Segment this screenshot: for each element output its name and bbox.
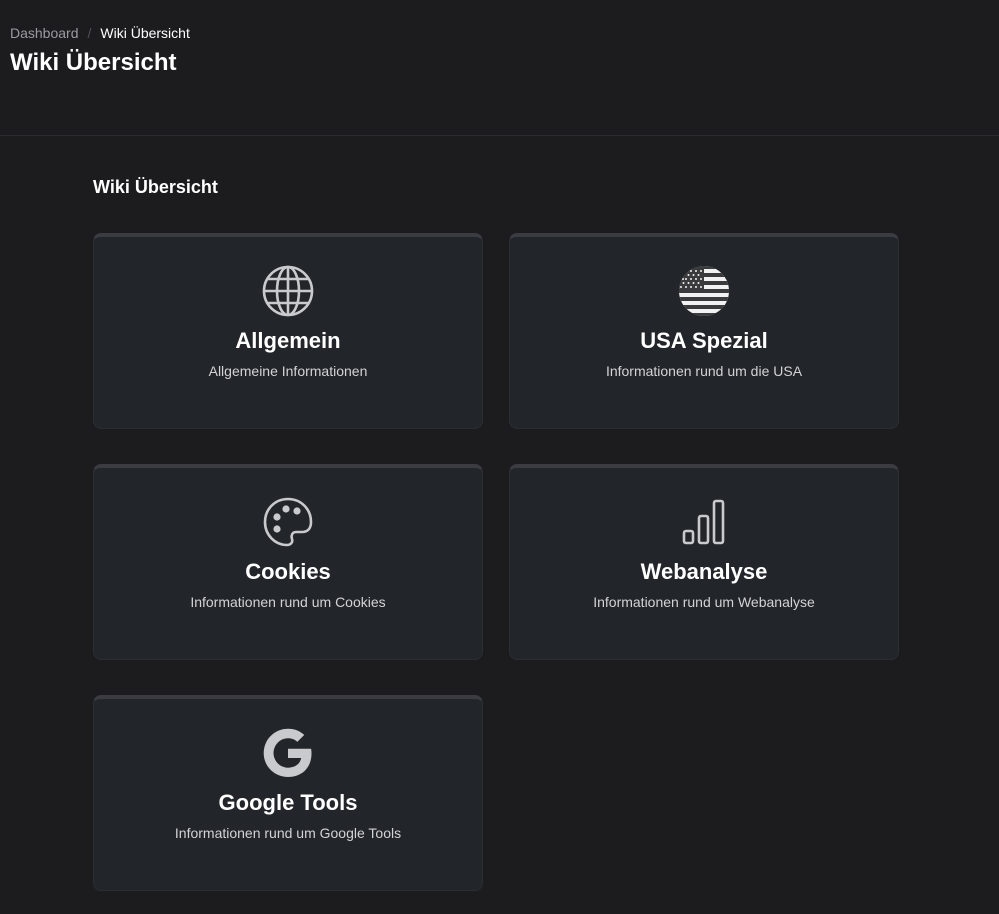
card-title: Google Tools: [218, 790, 358, 815]
card-description: Informationen rund um Cookies: [190, 594, 386, 610]
google-g-icon: [262, 727, 314, 779]
card-title: Allgemein: [235, 328, 341, 353]
card-description: Allgemeine Informationen: [208, 363, 368, 379]
wiki-card-usa-spezial[interactable]: USA Spezial Informationen rund um die US…: [509, 233, 899, 429]
card-description: Informationen rund um Google Tools: [174, 825, 402, 841]
usa-flag-icon: [678, 265, 730, 317]
breadcrumb: Dashboard / Wiki Übersicht: [10, 24, 190, 42]
wiki-card-google-tools[interactable]: Google Tools Informationen rund um Googl…: [93, 695, 483, 891]
wiki-card-allgemein[interactable]: Allgemein Allgemeine Informationen: [93, 233, 483, 429]
globe-icon: [262, 265, 314, 317]
bar-chart-icon: [678, 496, 730, 548]
wiki-card-webanalyse[interactable]: Webanalyse Informationen rund um Webanal…: [509, 464, 899, 660]
card-title: USA Spezial: [640, 328, 768, 353]
card-description: Informationen rund um die USA: [605, 363, 803, 379]
card-description: Informationen rund um Webanalyse: [593, 594, 815, 610]
card-title: Webanalyse: [640, 559, 768, 584]
wiki-card-cookies[interactable]: Cookies Informationen rund um Cookies: [93, 464, 483, 660]
section-title: Wiki Übersicht: [93, 177, 218, 197]
breadcrumb-current: Wiki Übersicht: [100, 25, 190, 41]
breadcrumb-separator: /: [87, 25, 92, 41]
page-header: Dashboard / Wiki Übersicht Wiki Übersich…: [0, 0, 999, 136]
breadcrumb-dashboard-link[interactable]: Dashboard: [10, 24, 79, 42]
card-title: Cookies: [245, 559, 331, 584]
page-title: Wiki Übersicht: [10, 49, 177, 76]
palette-icon: [262, 496, 314, 548]
